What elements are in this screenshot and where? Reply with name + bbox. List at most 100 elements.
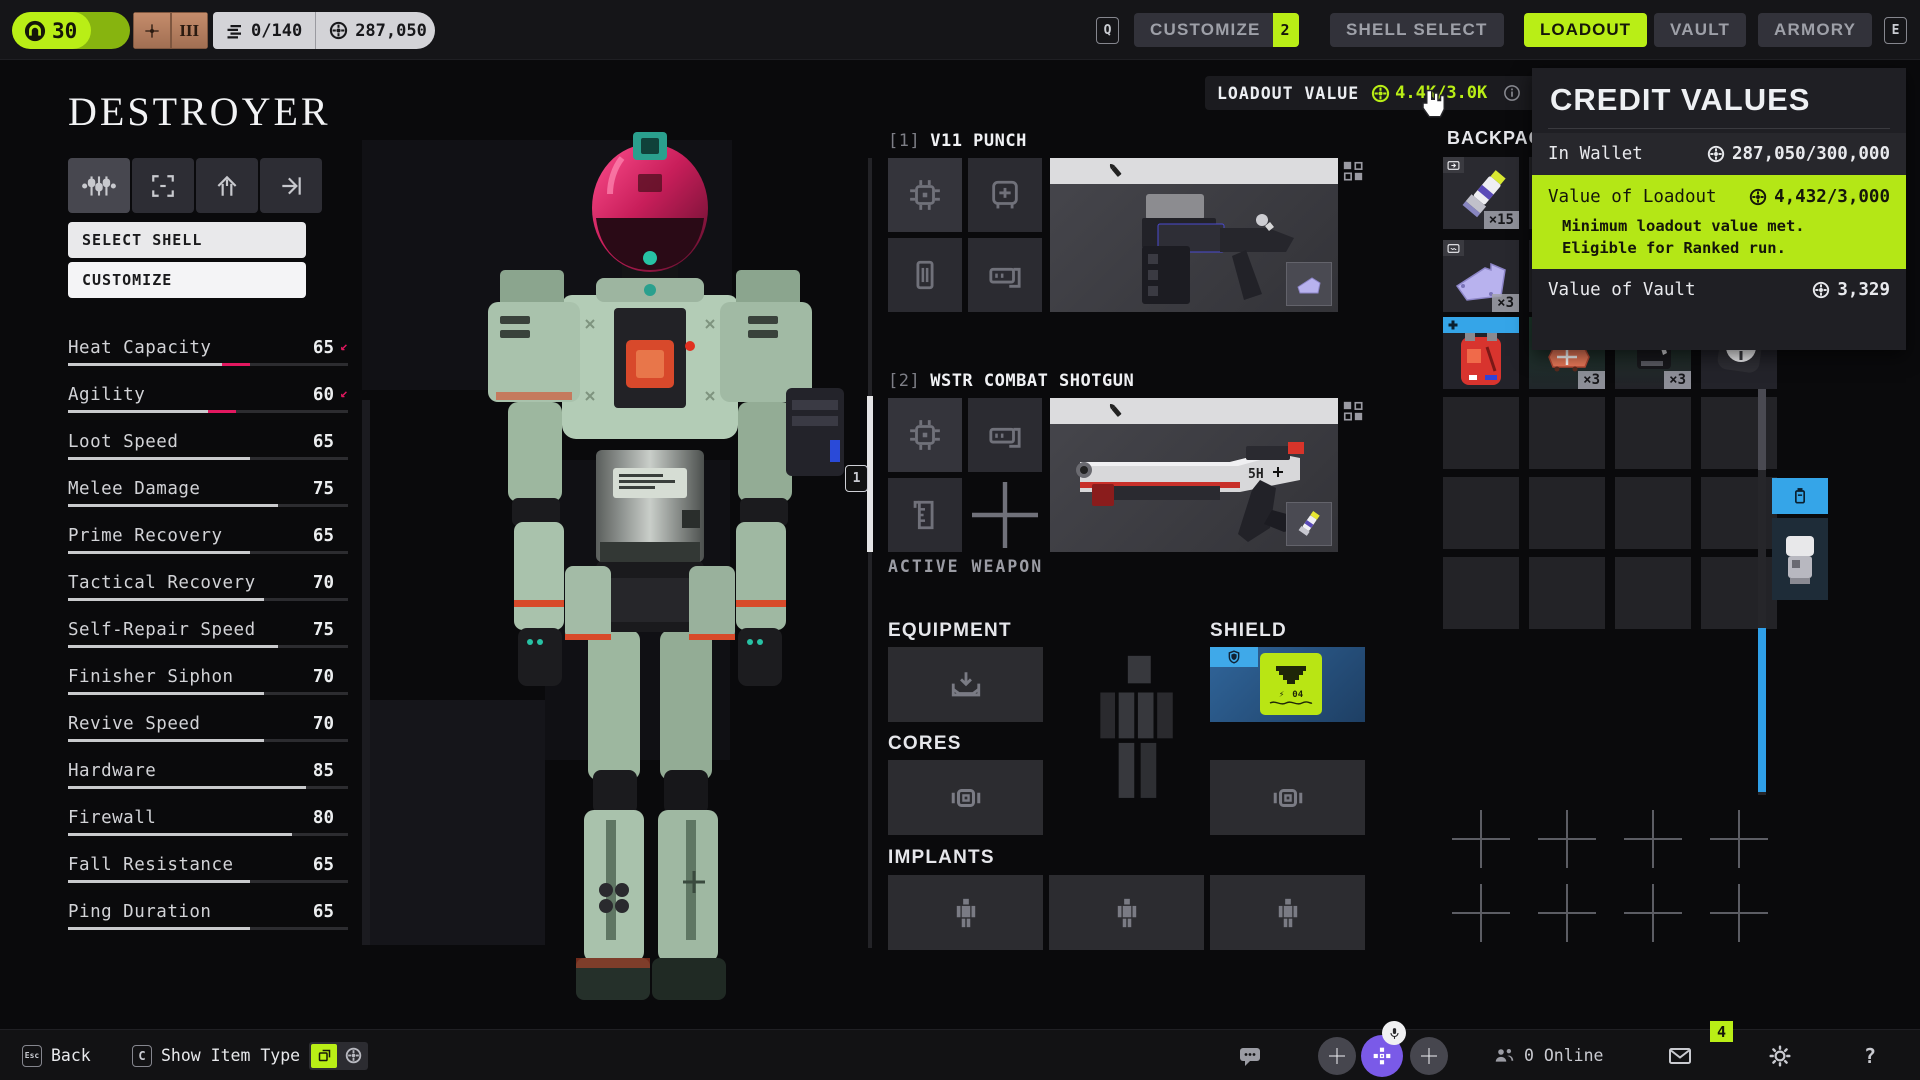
- pocket-item-art: [1778, 530, 1822, 588]
- credit-values-panel: CREDIT VALUES In Wallet 287,050/300,000 …: [1532, 68, 1906, 350]
- extended-magazine-icon: [988, 418, 1022, 452]
- credit-icon[interactable]: [345, 1047, 362, 1064]
- weapon1-attachment-slot-sight[interactable]: [968, 158, 1042, 232]
- implant-slot-3[interactable]: [1210, 875, 1365, 950]
- tab-vault[interactable]: VAULT: [1654, 13, 1746, 47]
- pocket-slot-item[interactable]: [1772, 518, 1828, 600]
- stat-row[interactable]: Tactical Recovery70: [68, 573, 348, 601]
- stat-row[interactable]: Revive Speed70: [68, 714, 348, 742]
- backpack-item-shells[interactable]: ×15: [1443, 157, 1519, 229]
- core-slot-right[interactable]: [1210, 760, 1365, 835]
- mail-button[interactable]: [1668, 1030, 1692, 1080]
- back-button[interactable]: Esc Back: [22, 1030, 91, 1080]
- stat-row[interactable]: Fall Resistance65: [68, 855, 348, 883]
- cores-section-label: CORES: [888, 733, 962, 755]
- backpack-empty-slot[interactable]: [1529, 557, 1605, 629]
- stat-value: 70: [313, 667, 334, 687]
- tab-loadout[interactable]: LOADOUT: [1524, 13, 1647, 47]
- item-type-toggle-on[interactable]: [311, 1044, 337, 1068]
- tab-armory[interactable]: ARMORY: [1758, 13, 1872, 47]
- stat-row[interactable]: Self-Repair Speed75: [68, 620, 348, 648]
- weapon2-attachment-slot-choke[interactable]: [888, 478, 962, 552]
- backpack-empty-slot[interactable]: [1443, 557, 1519, 629]
- stat-row[interactable]: Firewall80: [68, 808, 348, 836]
- backpack-empty-slot[interactable]: [1529, 397, 1605, 469]
- bullet-icon: [1106, 401, 1126, 421]
- shield-slot[interactable]: ⚡04: [1210, 647, 1365, 722]
- stat-row[interactable]: Agility60↙: [68, 385, 348, 413]
- pocket-slot-tab[interactable]: [1772, 478, 1828, 514]
- player-emblem-icon: [1372, 1046, 1392, 1066]
- backpack-empty-slot[interactable]: [1615, 397, 1691, 469]
- stat-row[interactable]: Hardware85: [68, 761, 348, 789]
- locked-slot-cross: [1538, 884, 1596, 942]
- inventory-grid-icon[interactable]: [1342, 400, 1364, 422]
- stat-row[interactable]: Ping Duration65: [68, 902, 348, 930]
- weapons-scroll-track[interactable]: [868, 158, 872, 948]
- tab-label: SHELL SELECT: [1346, 20, 1488, 40]
- help-button[interactable]: ?: [1864, 1030, 1876, 1080]
- stat-row[interactable]: Loot Speed65: [68, 432, 348, 460]
- settings-button[interactable]: [1768, 1030, 1792, 1080]
- core-slot-left[interactable]: [888, 760, 1043, 835]
- weapon2-attachment-slot-empty[interactable]: [968, 478, 1042, 552]
- backpack-empty-slot[interactable]: [1529, 477, 1605, 549]
- weapon1-attachment-slot-chip[interactable]: [888, 158, 962, 232]
- customize-shell-button[interactable]: CUSTOMIZE: [68, 262, 306, 298]
- weapon1-attachment-slot-magazine[interactable]: [888, 238, 962, 312]
- character-model[interactable]: [400, 130, 900, 1010]
- item-count: ×3: [1578, 371, 1605, 389]
- resource-counters: 0/140 287,050: [213, 12, 435, 49]
- add-friend-left-button[interactable]: [1318, 1030, 1356, 1080]
- stat-value: 70: [313, 573, 334, 593]
- stat-value: 80: [313, 808, 334, 828]
- add-friend-right-button[interactable]: [1410, 1030, 1448, 1080]
- inspect-view-button[interactable]: [132, 158, 194, 213]
- select-shell-button[interactable]: SELECT SHELL: [68, 222, 306, 258]
- wallet-counter[interactable]: 287,050: [315, 12, 440, 49]
- weapon1-attachment-slot-extmag[interactable]: [968, 238, 1042, 312]
- implant-slot-2[interactable]: [1049, 875, 1204, 950]
- backpack-empty-slot[interactable]: [1443, 397, 1519, 469]
- backpack-empty-slot[interactable]: [1615, 557, 1691, 629]
- stat-row[interactable]: Finisher Siphon70: [68, 667, 348, 695]
- tab-customize[interactable]: CUSTOMIZE 2: [1134, 13, 1299, 47]
- weapon2-card[interactable]: 5H: [1050, 398, 1338, 552]
- stat-row[interactable]: Melee Damage75: [68, 479, 348, 507]
- vault-scroll-thumb[interactable]: [1758, 628, 1766, 792]
- backpack-empty-slot[interactable]: [1615, 477, 1691, 549]
- show-item-type-toggle[interactable]: C Show Item Type: [132, 1030, 368, 1080]
- shield-slot-tab: [1210, 647, 1258, 667]
- backpack-item-medkit[interactable]: [1443, 317, 1519, 389]
- backpack-empty-slot[interactable]: [1443, 477, 1519, 549]
- weapon1-ammo-item[interactable]: [1286, 262, 1332, 306]
- item-type-toggle-box[interactable]: [309, 1042, 368, 1070]
- voice-status-badge[interactable]: [1382, 1021, 1406, 1045]
- online-status[interactable]: 0 Online: [1494, 1030, 1603, 1080]
- export-button[interactable]: [260, 158, 322, 213]
- tag-wave-icon: [1447, 242, 1460, 255]
- stats-view-button[interactable]: [68, 158, 130, 213]
- shield-item[interactable]: ⚡04: [1260, 653, 1322, 715]
- weapon2-attachment-slot-extmag[interactable]: [968, 398, 1042, 472]
- chat-button[interactable]: [1238, 1030, 1262, 1080]
- medkit-art: [1443, 333, 1519, 389]
- info-icon[interactable]: [1503, 84, 1521, 102]
- weapon2-ammo-item[interactable]: [1286, 502, 1332, 546]
- backpack-item-magazine[interactable]: ×3: [1443, 240, 1519, 312]
- weapon1-card[interactable]: [1050, 158, 1338, 312]
- stat-label: Prime Recovery: [68, 526, 223, 546]
- inventory-grid-icon[interactable]: [1342, 160, 1364, 182]
- credit-icon: [1707, 145, 1725, 163]
- equipment-slot[interactable]: [888, 647, 1043, 722]
- implant-slot-1[interactable]: [888, 875, 1043, 950]
- upgrade-button[interactable]: [196, 158, 258, 213]
- stat-row[interactable]: Heat Capacity65↙: [68, 338, 348, 366]
- tab-shell-select[interactable]: SHELL SELECT: [1330, 13, 1504, 47]
- weapon2-attachment-slot-chip[interactable]: [888, 398, 962, 472]
- implant-human-icon: [1110, 896, 1144, 930]
- stat-value: 65: [313, 526, 334, 546]
- stat-row[interactable]: Prime Recovery 65: [68, 526, 348, 554]
- loadout-value-bar[interactable]: LOADOUT VALUE 4.4K/3.0K: [1205, 76, 1533, 110]
- quest-counter[interactable]: 0/140: [213, 12, 315, 49]
